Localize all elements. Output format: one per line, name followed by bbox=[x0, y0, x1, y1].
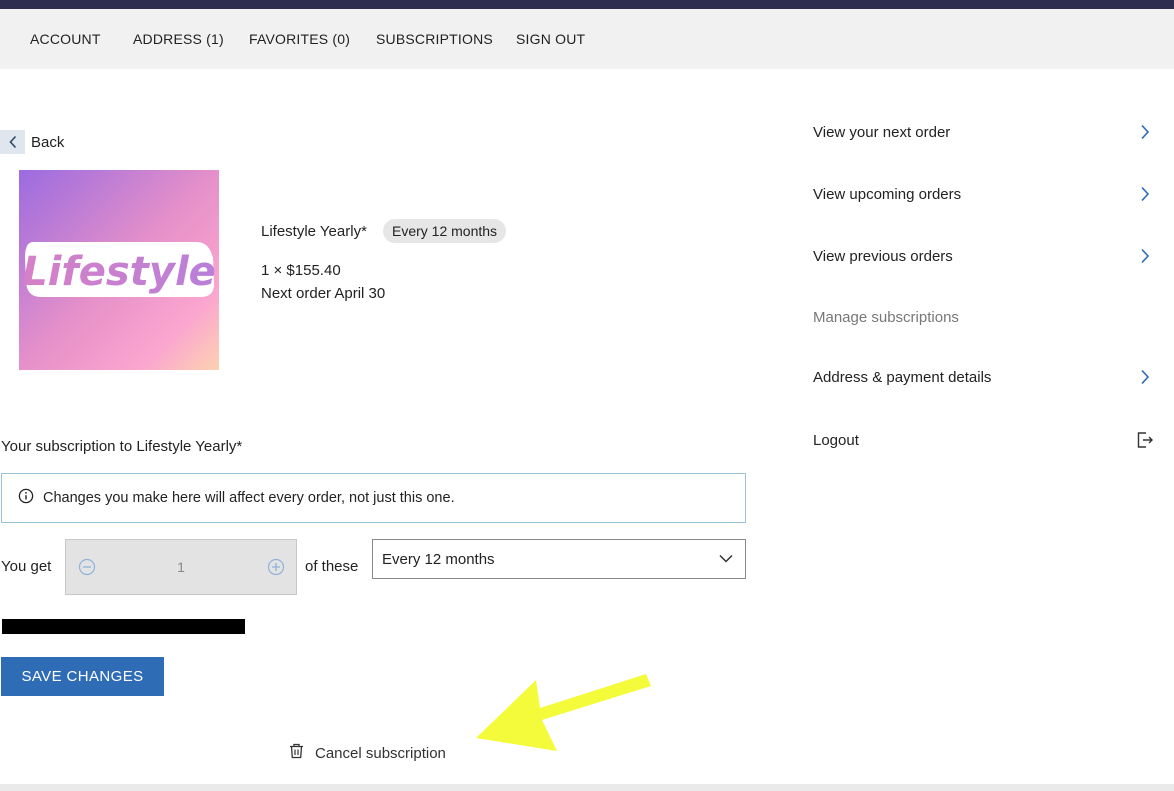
sidebar-item-label: Logout bbox=[813, 431, 859, 449]
frequency-select[interactable]: Every 12 months bbox=[372, 539, 746, 579]
nav-account[interactable]: ACCOUNT bbox=[30, 9, 101, 69]
logout-icon bbox=[1134, 429, 1156, 451]
account-nav: ACCOUNT ADDRESS (1) FAVORITES (0) SUBSCR… bbox=[0, 9, 1174, 69]
next-order-date: Next order April 30 bbox=[261, 285, 386, 302]
product-image: Lifestyle bbox=[19, 170, 219, 370]
sidebar-item-label: Manage subscriptions bbox=[813, 308, 959, 326]
sidebar-item-label: Address & payment details bbox=[813, 368, 992, 386]
save-changes-button[interactable]: SAVE CHANGES bbox=[1, 657, 164, 696]
back-label: Back bbox=[31, 133, 65, 151]
quantity-input[interactable] bbox=[126, 540, 236, 594]
subscription-heading: Your subscription to Lifestyle Yearly* bbox=[1, 438, 243, 455]
nav-sign-out[interactable]: SIGN OUT bbox=[516, 9, 585, 69]
cancel-subscription-label: Cancel subscription bbox=[315, 745, 446, 762]
quantity-stepper bbox=[65, 539, 297, 595]
frequency-badge: Every 12 months bbox=[383, 219, 507, 243]
sidebar-item-label: View your next order bbox=[813, 123, 951, 141]
product-logo-text: Lifestyle bbox=[22, 249, 216, 295]
annotation-arrow-icon bbox=[476, 674, 651, 751]
product-name: Lifestyle Yearly* bbox=[261, 223, 367, 240]
info-notice-text: Changes you make here will affect every … bbox=[43, 490, 455, 506]
sidebar-item-label: View previous orders bbox=[813, 247, 953, 265]
sidebar-item-logout[interactable]: Logout bbox=[813, 425, 1156, 455]
decrement-button[interactable] bbox=[77, 557, 97, 577]
quantity-price: 1 × $155.40 bbox=[261, 262, 341, 279]
trash-icon bbox=[289, 743, 304, 764]
nav-subscriptions[interactable]: SUBSCRIPTIONS bbox=[376, 9, 493, 69]
top-accent-bar bbox=[0, 0, 1174, 9]
info-notice: Changes you make here will affect every … bbox=[1, 473, 746, 523]
footer-divider bbox=[0, 784, 1174, 791]
chevron-right-icon bbox=[1134, 183, 1156, 205]
frequency-select-value: Every 12 months bbox=[382, 550, 495, 568]
chevron-right-icon bbox=[1134, 121, 1156, 143]
info-icon bbox=[18, 488, 34, 509]
sidebar-item-label: View upcoming orders bbox=[813, 185, 962, 203]
back-link[interactable]: Back bbox=[0, 130, 64, 154]
chevron-right-icon bbox=[1134, 366, 1156, 388]
sidebar-item-previous-orders[interactable]: View previous orders bbox=[813, 241, 1156, 271]
sidebar-item-address-payment[interactable]: Address & payment details bbox=[813, 362, 1156, 392]
chevron-right-icon bbox=[1134, 245, 1156, 267]
you-get-label: You get bbox=[1, 558, 52, 575]
sidebar-item-next-order[interactable]: View your next order bbox=[813, 117, 1156, 147]
redacted-block bbox=[2, 619, 245, 634]
of-these-label: of these bbox=[305, 558, 359, 575]
sidebar-item-upcoming-orders[interactable]: View upcoming orders bbox=[813, 179, 1156, 209]
nav-favorites[interactable]: FAVORITES (0) bbox=[249, 9, 350, 69]
nav-address[interactable]: ADDRESS (1) bbox=[133, 9, 224, 69]
sidebar-item-manage-subscriptions[interactable]: Manage subscriptions bbox=[813, 302, 1156, 332]
chevron-left-icon bbox=[0, 130, 25, 154]
increment-button[interactable] bbox=[266, 557, 286, 577]
cancel-subscription-link[interactable]: Cancel subscription bbox=[289, 743, 446, 764]
chevron-down-icon bbox=[719, 550, 733, 568]
